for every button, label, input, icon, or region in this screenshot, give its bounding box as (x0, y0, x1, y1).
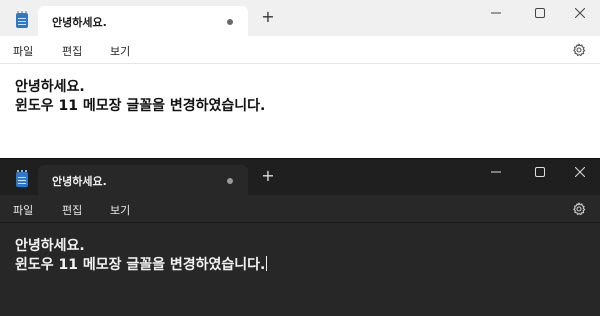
gear-icon (572, 42, 586, 57)
unsaved-dot-icon[interactable] (227, 19, 233, 25)
maximize-icon (535, 167, 545, 177)
maximize-button[interactable] (518, 159, 562, 185)
editor-line-text: 윈도우 11 메모장 글꼴을 변경하였습니다. (15, 257, 266, 273)
editor-line: 윈도우 11 메모장 글꼴을 변경하였습니다. (15, 98, 266, 114)
unsaved-dot-icon[interactable] (227, 178, 233, 184)
new-tab-button[interactable]: + (260, 168, 276, 184)
tab-document[interactable]: 안녕하세요. (38, 6, 248, 36)
text-caret (266, 256, 268, 271)
notepad-app-icon (16, 11, 28, 28)
maximize-button[interactable] (518, 0, 562, 26)
settings-button[interactable] (572, 42, 586, 57)
maximize-icon (535, 8, 545, 18)
new-tab-button[interactable]: + (260, 9, 276, 25)
editor-line: 안녕하세요. (15, 79, 85, 95)
minimize-button[interactable] (474, 0, 518, 26)
menu-file[interactable]: 파일 (13, 202, 33, 218)
editor-line: 안녕하세요. (15, 238, 85, 254)
title-bar: 안녕하세요. + (0, 159, 600, 195)
tab-title: 안녕하세요. (52, 16, 107, 29)
close-icon (575, 8, 585, 18)
close-button[interactable] (558, 159, 600, 185)
notepad-window-dark: 안녕하세요. + 파일 편집 보기 안녕하세요. 윈도우 11 메모장 글꼴을 … (0, 158, 600, 316)
menu-bar: 파일 편집 보기 (0, 195, 600, 223)
minimize-icon (491, 12, 501, 14)
menu-file[interactable]: 파일 (13, 43, 33, 59)
minimize-icon (491, 171, 501, 173)
close-button[interactable] (558, 0, 600, 26)
tab-document[interactable]: 안녕하세요. (38, 165, 248, 195)
menu-edit[interactable]: 편집 (62, 202, 82, 218)
menu-bar: 파일 편집 보기 (0, 36, 600, 64)
menu-view[interactable]: 보기 (110, 43, 130, 59)
text-editor[interactable]: 안녕하세요. 윈도우 11 메모장 글꼴을 변경하였습니다. (0, 64, 600, 158)
title-bar: 안녕하세요. + (0, 0, 600, 36)
notepad-app-icon (16, 170, 28, 187)
editor-line-last: 윈도우 11 메모장 글꼴을 변경하였습니다. (15, 256, 600, 275)
minimize-button[interactable] (474, 159, 518, 185)
tab-title: 안녕하세요. (52, 175, 107, 188)
text-editor[interactable]: 안녕하세요. 윈도우 11 메모장 글꼴을 변경하였습니다. (0, 223, 600, 316)
close-icon (575, 167, 585, 177)
menu-edit[interactable]: 편집 (62, 43, 82, 59)
notepad-window-light: 안녕하세요. + 파일 편집 보기 안녕하세요. 윈도우 11 메모장 글꼴을 … (0, 0, 600, 158)
gear-icon (572, 201, 586, 216)
settings-button[interactable] (572, 201, 586, 216)
menu-view[interactable]: 보기 (110, 202, 130, 218)
